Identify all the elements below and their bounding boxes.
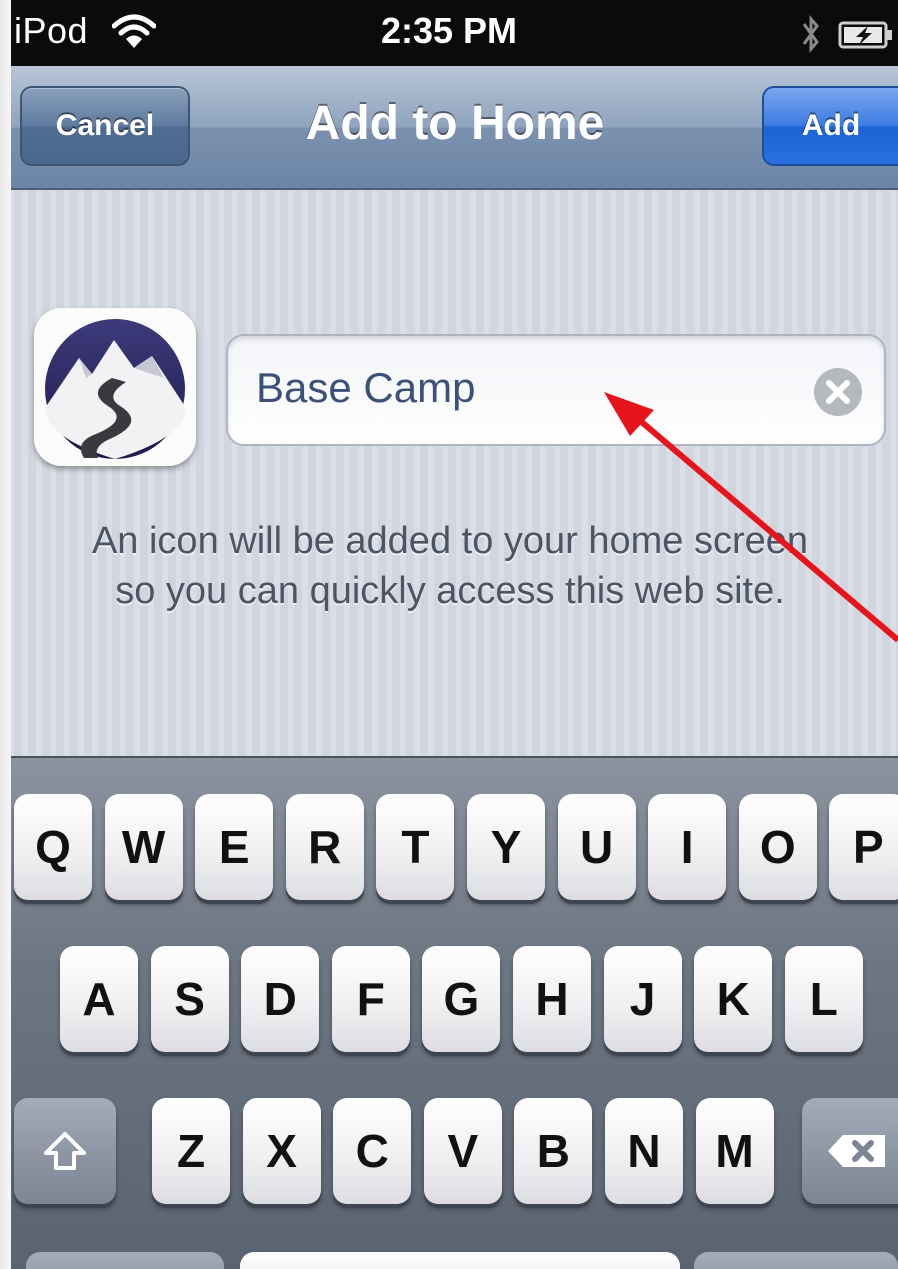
key-n[interactable]: N [605,1098,683,1204]
delete-key[interactable] [802,1098,898,1204]
key-q[interactable]: Q [14,794,92,900]
bluetooth-icon [802,14,819,54]
navigation-bar: Cancel Add to Home Add [0,66,898,190]
key-t[interactable]: T [376,794,455,900]
key-s[interactable]: S [150,946,229,1052]
clock-time: 2:35 PM [380,10,518,51]
hint-text: An icon will be added to your home scree… [30,516,870,616]
key-c[interactable]: C [333,1098,412,1204]
name-field[interactable]: Base Camp [226,334,886,446]
number-key[interactable] [26,1252,224,1269]
hint-line-2: so you can quickly access this web site. [115,570,785,612]
key-z[interactable]: Z [152,1098,230,1204]
space-key[interactable] [240,1252,680,1269]
page-title: Add to Home [305,97,605,150]
key-v[interactable]: V [423,1098,502,1204]
key-k[interactable]: K [694,946,773,1052]
key-e[interactable]: E [195,794,274,900]
frame-edge [0,0,11,1269]
key-x[interactable]: X [242,1098,321,1204]
shift-arrow-icon [44,1132,86,1170]
key-r[interactable]: R [285,794,364,900]
cancel-button-label: Cancel [55,109,155,142]
key-d[interactable]: D [241,946,320,1052]
hint-line-1: An icon will be added to your home scree… [91,520,809,562]
key-a[interactable]: A [60,946,138,1052]
keyboard-row-2: ASDFGHJKL [0,946,898,1056]
add-button[interactable]: Add [762,86,898,166]
key-j[interactable]: J [603,946,682,1052]
key-h[interactable]: H [513,946,591,1052]
base-camp-mountain-icon [34,308,196,466]
go-key[interactable] [694,1252,898,1269]
key-f[interactable]: F [331,946,410,1052]
ios-screen: iPod 2:35 PM Cancel Add to Home Add Base… [0,0,898,1269]
key-o[interactable]: O [738,794,817,900]
name-field-value: Base Camp [256,364,476,411]
key-w[interactable]: W [104,794,183,900]
keyboard-row-3: ZXCVBNM [0,1098,898,1208]
key-m[interactable]: M [695,1098,774,1204]
clear-circle-icon[interactable] [812,366,864,418]
keyboard: QWERTYUIOP ASDFGHJKL ZXCVBNM [0,756,898,1269]
add-to-home-panel: Base Camp An icon will be added to your … [0,190,898,756]
key-b[interactable]: B [514,1098,593,1204]
add-button-label: Add [801,109,861,142]
key-i[interactable]: I [648,794,727,900]
keyboard-row-1: QWERTYUIOP [0,794,898,904]
key-p[interactable]: P [829,794,898,900]
backspace-icon [828,1135,885,1167]
status-bar: iPod 2:35 PM [0,0,898,66]
key-l[interactable]: L [784,946,863,1052]
shift-key[interactable] [14,1098,116,1204]
key-g[interactable]: G [422,946,501,1052]
battery-charging-icon [838,21,892,49]
key-u[interactable]: U [557,794,636,900]
cancel-button[interactable]: Cancel [20,86,190,166]
key-y[interactable]: Y [467,794,545,900]
